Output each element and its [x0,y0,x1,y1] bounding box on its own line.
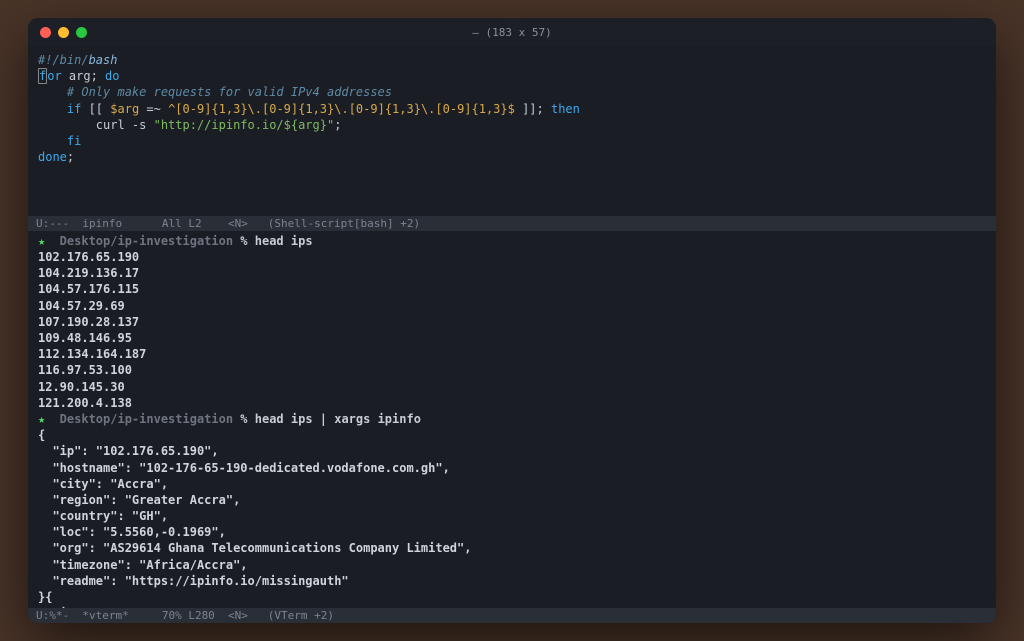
json-line: "ip": "102.176.65.190", [38,443,986,459]
json-line: "loc": "5.5560,-0.1969", [38,524,986,540]
ip-line: 104.57.29.69 [38,298,986,314]
ip-line: 121.200.4.138 [38,395,986,411]
json-line: }{ [38,589,986,605]
editor-status-bar: U:--- ipinfo All L2 <N> (Shell-script[ba… [28,216,996,231]
prompt-star-icon: ★ [38,234,52,248]
cursor-icon: f [38,68,47,84]
maximize-icon[interactable] [76,27,87,38]
editor-pane[interactable]: #!/bin/bash for arg; do # Only make requ… [28,46,996,216]
ip-line: 109.48.146.95 [38,330,986,346]
ip-line: 116.97.53.100 [38,362,986,378]
minimize-icon[interactable] [58,27,69,38]
close-icon[interactable] [40,27,51,38]
json-line: "readme": "https://ipinfo.io/missingauth… [38,573,986,589]
ip-line: 102.176.65.190 [38,249,986,265]
terminal-status-bar: U:%*- *vterm* 70% L280 <N> (VTerm +2) [28,608,996,623]
traffic-lights [28,27,87,38]
code-line: for arg; do [38,68,120,84]
json-output: { "ip": "102.176.65.190", "hostname": "1… [38,427,986,608]
ip-line: 104.219.136.17 [38,265,986,281]
terminal-pane[interactable]: ★ Desktop/ip-investigation % head ips 10… [28,231,996,608]
prompt-line: ★ Desktop/ip-investigation % head ips | … [38,411,986,427]
ip-line: 112.134.164.187 [38,346,986,362]
prompt-line: ★ Desktop/ip-investigation % head ips [38,233,986,249]
json-line: "org": "AS29614 Ghana Telecommunications… [38,540,986,556]
ip-line: 12.90.145.30 [38,379,986,395]
code-line: fi [38,134,81,148]
ips-output: 102.176.65.190104.219.136.17104.57.176.1… [38,249,986,411]
json-line: "region": "Greater Accra", [38,492,986,508]
json-line: "timezone": "Africa/Accra", [38,557,986,573]
json-line: { [38,427,986,443]
window-title: — (183 x 57) [472,26,551,39]
titlebar[interactable]: — (183 x 57) [28,18,996,46]
prompt-star-icon: ★ [38,412,52,426]
terminal-window: — (183 x 57) #!/bin/bash for arg; do # O… [28,18,996,623]
json-line: "country": "GH", [38,508,986,524]
code-line: done; [38,150,74,164]
code-line: #!/bin/bash [38,53,117,67]
code-line: # Only make requests for valid IPv4 addr… [38,85,392,99]
code-line: if [[ $arg =~ ^[0-9]{1,3}\.[0-9]{1,3}\.[… [38,102,580,116]
json-line: "hostname": "102-176-65-190-dedicated.vo… [38,460,986,476]
ip-line: 107.190.28.137 [38,314,986,330]
code-line: curl -s "http://ipinfo.io/${arg}"; [38,118,341,132]
json-line: "city": "Accra", [38,476,986,492]
ip-line: 104.57.176.115 [38,281,986,297]
